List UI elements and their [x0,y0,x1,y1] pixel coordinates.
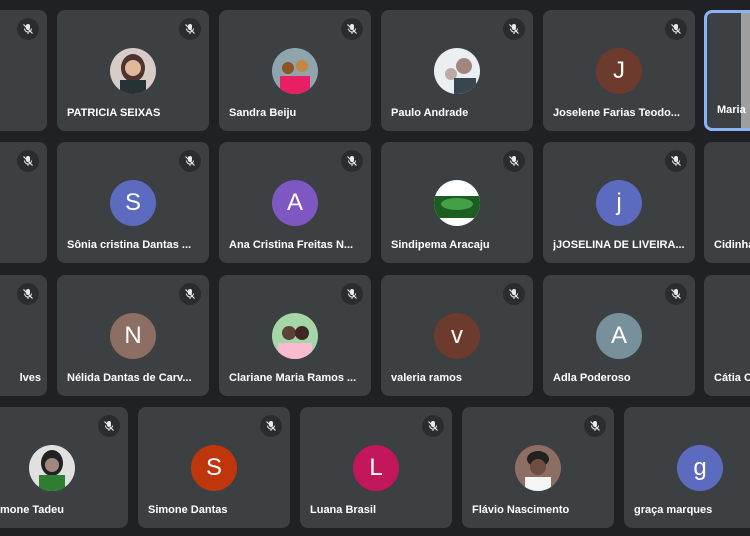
participant-name: Cátia C [714,372,750,384]
participant-tile[interactable] [0,142,47,263]
avatar-initial: S [191,445,237,491]
participant-name: Clariane Maria Ramos ... [229,372,357,384]
participant-name: Simone Dantas [148,504,228,516]
participant-tile[interactable]: j jJOSELINA DE LIVEIRA... [543,142,695,263]
participant-tile[interactable] [0,10,47,131]
participant-tile-active[interactable]: Maria [704,10,750,131]
participant-tile[interactable]: Sandra Beiju [219,10,371,131]
mic-off-icon [503,283,525,305]
participant-tile[interactable]: Cidinha [704,142,750,263]
mic-off-icon [17,150,39,172]
participant-name: PATRICIA SEIXAS [67,107,161,119]
mic-off-icon [98,415,120,437]
avatar-initial: J [596,48,642,94]
avatar [29,445,75,491]
mic-off-icon [665,18,687,40]
mic-off-icon [17,283,39,305]
avatar [272,313,318,359]
participant-name: valeria ramos [391,372,462,384]
participant-name: graça marques [634,504,713,516]
avatar [110,48,156,94]
participant-tile[interactable]: S Sônia cristina Dantas ... [57,142,209,263]
participant-name: Sandra Beiju [229,107,297,119]
mic-off-icon [503,150,525,172]
mic-off-icon [341,18,363,40]
avatar [434,180,480,226]
participant-tile[interactable]: S Simone Dantas [138,407,290,528]
avatar-initial: g [677,445,723,491]
mic-off-icon [665,283,687,305]
participant-name: Joselene Farias Teodo... [553,107,680,119]
participant-name: Cidinha [714,239,750,251]
mic-off-icon [179,150,201,172]
avatar-initial: A [596,313,642,359]
avatar-initial: N [110,313,156,359]
participant-name: Ana Cristina Freitas N... [229,239,354,251]
participant-tile[interactable]: lves [0,275,47,396]
participant-tile[interactable]: g graça marques [624,407,750,528]
avatar-initial: v [434,313,480,359]
participant-tile[interactable]: Clariane Maria Ramos ... [219,275,371,396]
participant-name: Sônia cristina Dantas ... [67,239,192,251]
mic-off-icon [503,18,525,40]
mic-off-icon [179,18,201,40]
participant-name: lves [19,372,41,384]
participant-tile[interactable]: L Luana Brasil [300,407,452,528]
participant-name: Flávio Nascimento [472,504,570,516]
avatar-initial: j [596,180,642,226]
participant-tile[interactable]: Flávio Nascimento [462,407,614,528]
participant-name: jJOSELINA DE LIVEIRA... [553,239,685,251]
avatar-initial: S [110,180,156,226]
mic-off-icon [179,283,201,305]
participant-name: Maria [717,104,746,116]
participant-name: Nélida Dantas de Carv... [67,372,192,384]
avatar [272,48,318,94]
participant-tile[interactable]: A Ana Cristina Freitas N... [219,142,371,263]
avatar [515,445,561,491]
participant-tile[interactable]: Cátia C [704,275,750,396]
participant-tile[interactable]: A Adla Poderoso [543,275,695,396]
participant-name: Paulo Andrade [391,107,469,119]
participant-tile[interactable]: Paulo Andrade [381,10,533,131]
participant-tile[interactable]: mone Tadeu [0,407,128,528]
mic-off-icon [584,415,606,437]
avatar-initial: L [353,445,399,491]
avatar-initial: A [272,180,318,226]
participant-name: Luana Brasil [310,504,377,516]
participant-tile[interactable]: J Joselene Farias Teodo... [543,10,695,131]
participant-name: Sindipema Aracaju [391,239,490,251]
mic-off-icon [260,415,282,437]
participant-tile[interactable]: Sindipema Aracaju [381,142,533,263]
mic-off-icon [17,18,39,40]
mic-off-icon [341,283,363,305]
participant-tile[interactable]: v valeria ramos [381,275,533,396]
participant-tile[interactable]: PATRICIA SEIXAS [57,10,209,131]
participant-tile[interactable]: N Nélida Dantas de Carv... [57,275,209,396]
participant-name: Adla Poderoso [553,372,631,384]
mic-off-icon [422,415,444,437]
mic-off-icon [665,150,687,172]
avatar [434,48,480,94]
mic-off-icon [341,150,363,172]
participant-name: mone Tadeu [0,504,64,516]
